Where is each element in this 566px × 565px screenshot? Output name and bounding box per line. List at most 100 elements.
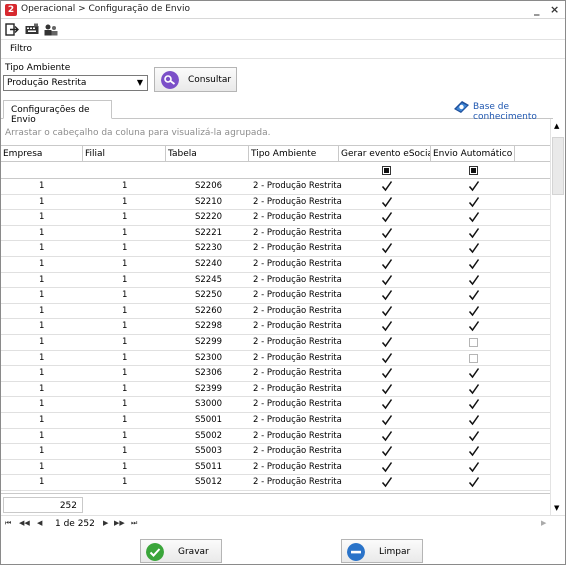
scroll-up-icon[interactable]: ▲ [554,122,559,130]
envio-automatico-checkbox[interactable] [468,227,480,239]
envio-automatico-checkbox[interactable] [468,305,480,317]
envio-automatico-checkbox[interactable] [468,367,480,379]
tab-configuracoes-envio[interactable]: Configurações de Envio [3,100,112,125]
next-page-icon[interactable]: ▶▶ [114,519,125,527]
users-icon[interactable] [44,23,58,36]
envio-automatico-checkbox[interactable] [469,353,478,363]
previous-page-icon[interactable]: ◀◀ [19,519,30,527]
envio-automatico-checkbox[interactable] [468,398,480,410]
vertical-scrollbar[interactable]: ▲ ▼ [550,119,565,515]
column-header-empresa[interactable]: Empresa [1,146,83,162]
gerar-evento-checkbox[interactable] [381,336,393,348]
table-row[interactable]: 1 1 S2240 2 - Produção Restrita [1,257,550,273]
gerar-evento-checkbox[interactable] [381,383,393,395]
gerar-evento-checkbox[interactable] [381,274,393,286]
consultar-button[interactable]: Consultar [154,67,237,92]
envio-automatico-checkbox[interactable] [468,242,480,254]
table-row[interactable]: 1 1 S5002 2 - Produção Restrita [1,429,550,445]
table-row[interactable]: 1 1 S2206 2 - Produção Restrita [1,179,550,195]
chevron-down-icon[interactable]: ▼ [137,78,143,87]
column-header-tipo-ambiente[interactable]: Tipo Ambiente [249,146,339,162]
gerar-evento-checkbox[interactable] [381,461,393,473]
table-row[interactable]: 1 1 S2210 2 - Produção Restrita [1,195,550,211]
scroll-thumb[interactable] [552,137,564,195]
gerar-evento-filter-checkbox[interactable] [382,166,391,175]
table-row[interactable]: 1 1 S2300 2 - Produção Restrita [1,351,550,367]
envio-automatico-checkbox[interactable] [468,414,480,426]
cell-empresa: 1 [39,196,45,207]
column-header-gerar-evento[interactable]: Gerar evento eSocial [339,146,431,162]
envio-automatico-checkbox[interactable] [468,320,480,332]
table-row[interactable]: 1 1 S5011 2 - Produção Restrita [1,460,550,476]
gravar-button[interactable]: Gravar [140,539,222,563]
gerar-evento-checkbox[interactable] [381,367,393,379]
last-record-icon[interactable]: ⏭ [131,519,137,528]
table-row[interactable]: 1 1 S2399 2 - Produção Restrita [1,382,550,398]
envio-automatico-checkbox[interactable] [468,274,480,286]
gerar-evento-checkbox[interactable] [381,305,393,317]
envio-automatico-checkbox[interactable] [469,338,478,347]
envio-automatico-filter-checkbox[interactable] [469,166,478,175]
envio-automatico-checkbox[interactable] [468,211,480,223]
base-conhecimento-link[interactable]: Base de conhecimento [453,99,565,122]
column-header-tabela[interactable]: Tabela [166,146,249,162]
table-row[interactable]: 1 1 S5001 2 - Produção Restrita [1,413,550,429]
scroll-down-icon[interactable]: ▼ [554,504,559,512]
gerar-evento-checkbox[interactable] [381,289,393,301]
close-button[interactable]: × [550,3,559,16]
gerar-evento-checkbox[interactable] [381,476,393,488]
gerar-evento-checkbox[interactable] [381,242,393,254]
table-row[interactable]: 1 1 S5003 2 - Produção Restrita [1,444,550,460]
table-row[interactable]: 1 1 S2250 2 - Produção Restrita [1,288,550,304]
grid-header: Empresa Filial Tabela Tipo Ambiente Gera… [1,145,550,162]
table-row[interactable]: 1 1 S2230 2 - Produção Restrita [1,241,550,257]
table-row[interactable]: 1 1 S2298 2 - Produção Restrita [1,319,550,335]
cell-tabela: S2220 [195,212,223,223]
table-row[interactable]: 1 1 S2220 2 - Produção Restrita [1,210,550,226]
gerar-evento-checkbox[interactable] [381,352,393,364]
gerar-evento-checkbox[interactable] [381,414,393,426]
gerar-evento-checkbox[interactable] [381,398,393,410]
table-row[interactable]: 1 1 S5012 2 - Produção Restrita [1,475,550,491]
consultar-label: Consultar [188,75,232,85]
envio-automatico-checkbox[interactable] [468,383,480,395]
minimize-button[interactable]: _ [534,3,540,16]
gerar-evento-checkbox[interactable] [381,445,393,457]
table-row[interactable]: 1 1 S2299 2 - Produção Restrita [1,335,550,351]
cell-tipo-ambiente: 2 - Produção Restrita [253,446,342,457]
table-row[interactable]: 1 1 S2245 2 - Produção Restrita [1,273,550,289]
gerar-evento-checkbox[interactable] [381,227,393,239]
envio-automatico-checkbox[interactable] [468,461,480,473]
record-count-box: 252 [3,497,83,513]
table-row[interactable]: 1 1 S2260 2 - Produção Restrita [1,304,550,320]
limpar-button[interactable]: Limpar [341,539,423,563]
next-record-icon[interactable]: ▶ [103,519,108,527]
tipo-ambiente-select[interactable]: Produção Restrita ▼ [3,75,148,91]
gerar-evento-checkbox[interactable] [381,180,393,192]
table-row[interactable]: 1 1 S3000 2 - Produção Restrita [1,397,550,413]
gerar-evento-checkbox[interactable] [381,196,393,208]
scroll-right-icon[interactable]: ▶ [541,519,546,527]
gerar-evento-checkbox[interactable] [381,430,393,442]
table-row[interactable]: 1 1 S2221 2 - Produção Restrita [1,226,550,242]
column-header-envio-automatico[interactable]: Envio Automático [431,146,515,162]
cell-empresa: 1 [39,430,45,441]
gerar-evento-checkbox[interactable] [381,320,393,332]
previous-record-icon[interactable]: ◀ [37,519,42,527]
envio-automatico-checkbox[interactable] [468,476,480,488]
envio-automatico-checkbox[interactable] [468,289,480,301]
first-record-icon[interactable]: ⏮ [5,519,11,528]
envio-automatico-checkbox[interactable] [468,180,480,192]
keyboard-icon[interactable] [25,23,39,36]
gerar-evento-checkbox[interactable] [381,211,393,223]
envio-automatico-checkbox[interactable] [468,445,480,457]
envio-automatico-checkbox[interactable] [468,258,480,270]
column-header-filial[interactable]: Filial [83,146,166,162]
gerar-evento-checkbox[interactable] [381,258,393,270]
exit-icon[interactable] [5,23,19,36]
cell-empresa: 1 [39,399,45,410]
table-row[interactable]: 1 1 S2306 2 - Produção Restrita [1,366,550,382]
cell-tipo-ambiente: 2 - Produção Restrita [253,290,342,301]
envio-automatico-checkbox[interactable] [468,430,480,442]
envio-automatico-checkbox[interactable] [468,196,480,208]
